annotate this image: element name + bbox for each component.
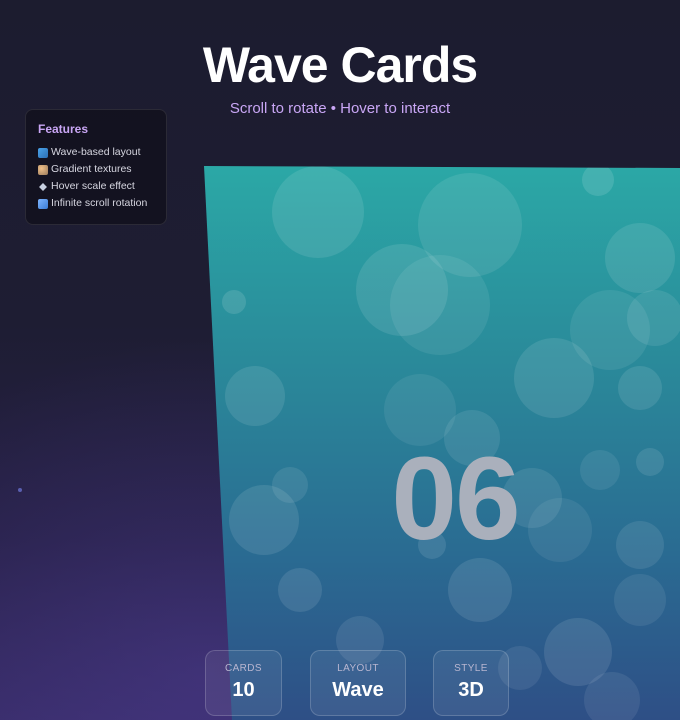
feature-item: Wave-based layout bbox=[38, 144, 154, 161]
stats-bar: CARDS 10 LAYOUT Wave STYLE 3D bbox=[0, 650, 680, 718]
stat-style: STYLE 3D bbox=[433, 650, 509, 716]
feature-label: Infinite scroll rotation bbox=[51, 197, 148, 209]
feature-label: Hover scale effect bbox=[51, 180, 135, 192]
stat-value: 10 bbox=[232, 679, 255, 701]
palette-icon bbox=[38, 164, 48, 175]
background-dot bbox=[18, 488, 22, 492]
feature-item: Gradient textures bbox=[38, 161, 154, 178]
page-title: Wave Cards bbox=[202, 37, 478, 93]
stat-label: STYLE bbox=[454, 663, 488, 674]
bokeh-texture bbox=[222, 166, 680, 720]
feature-label: Gradient textures bbox=[51, 163, 132, 175]
features-list: Wave-based layout Gradient textures Hove… bbox=[38, 144, 154, 212]
stat-cards: CARDS 10 bbox=[205, 650, 282, 716]
stat-value: 3D bbox=[458, 679, 484, 701]
stat-label: CARDS bbox=[224, 663, 262, 674]
features-heading: Features bbox=[38, 122, 89, 136]
wave-icon bbox=[38, 147, 48, 158]
stat-layout: LAYOUT Wave bbox=[310, 650, 406, 716]
features-panel: Features Wave-based layout Gradient text… bbox=[25, 109, 167, 225]
stat-label: LAYOUT bbox=[337, 663, 379, 674]
sparkle-icon bbox=[38, 182, 48, 192]
feature-item: Infinite scroll rotation bbox=[38, 195, 154, 212]
card-number: 06 bbox=[391, 433, 520, 565]
feature-item: Hover scale effect bbox=[38, 178, 154, 195]
rotate-icon bbox=[38, 198, 48, 209]
stat-value: Wave bbox=[332, 679, 384, 701]
feature-label: Wave-based layout bbox=[51, 146, 141, 158]
